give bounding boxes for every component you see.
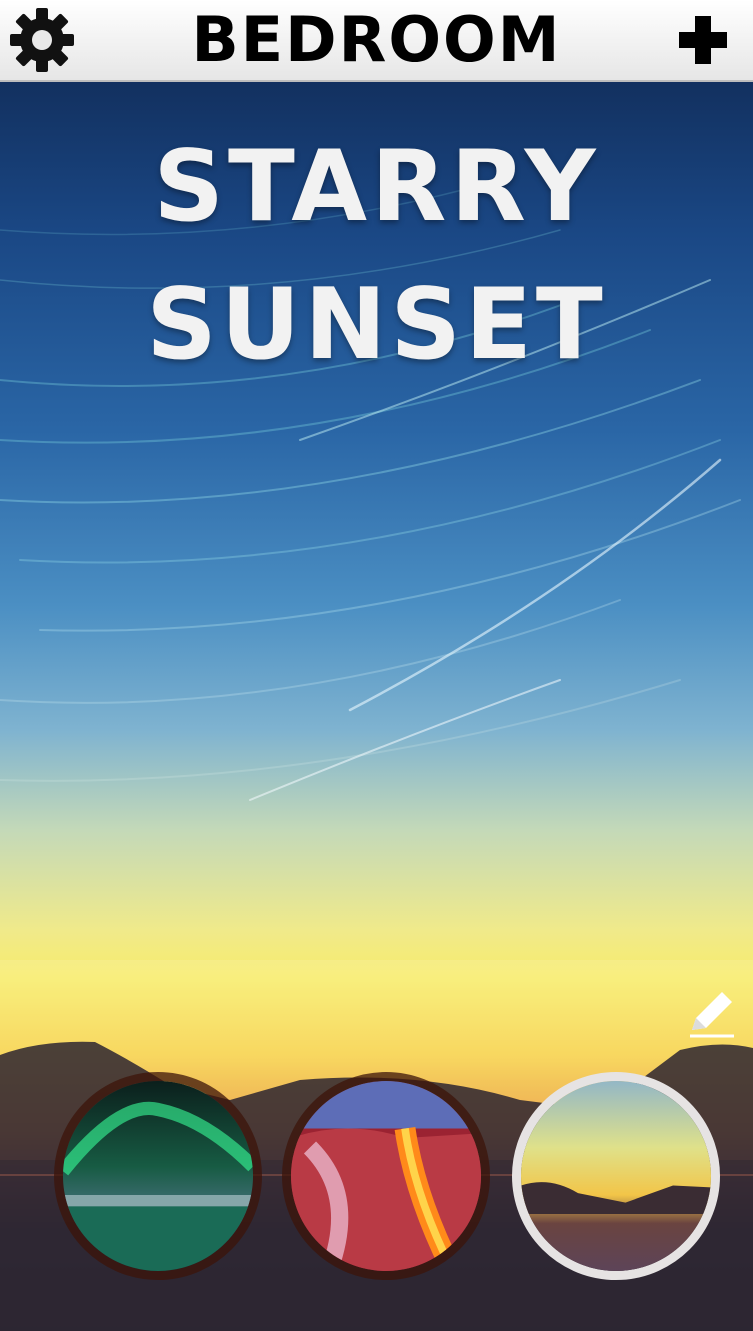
app-header: BEDROOM [0, 0, 753, 82]
lava-thumbnail [291, 1081, 481, 1271]
room-title: BEDROOM [191, 3, 562, 76]
preset-aurora[interactable] [54, 1072, 262, 1280]
preset-starry-sunset[interactable] [512, 1072, 720, 1280]
scene-title-line-1: STARRY [153, 130, 600, 244]
scene-title: STARRY SUNSET [0, 118, 753, 394]
pencil-icon [690, 992, 734, 1038]
edit-button[interactable] [686, 988, 738, 1040]
add-button[interactable] [669, 6, 737, 74]
app-screen: STARRY SUNSET BEDROOM [0, 0, 753, 1331]
aurora-thumbnail [63, 1081, 253, 1271]
preset-lava[interactable] [282, 1072, 490, 1280]
sunset-thumbnail [521, 1081, 711, 1271]
scene-title-line-2: SUNSET [146, 268, 607, 382]
plus-icon [679, 16, 727, 64]
